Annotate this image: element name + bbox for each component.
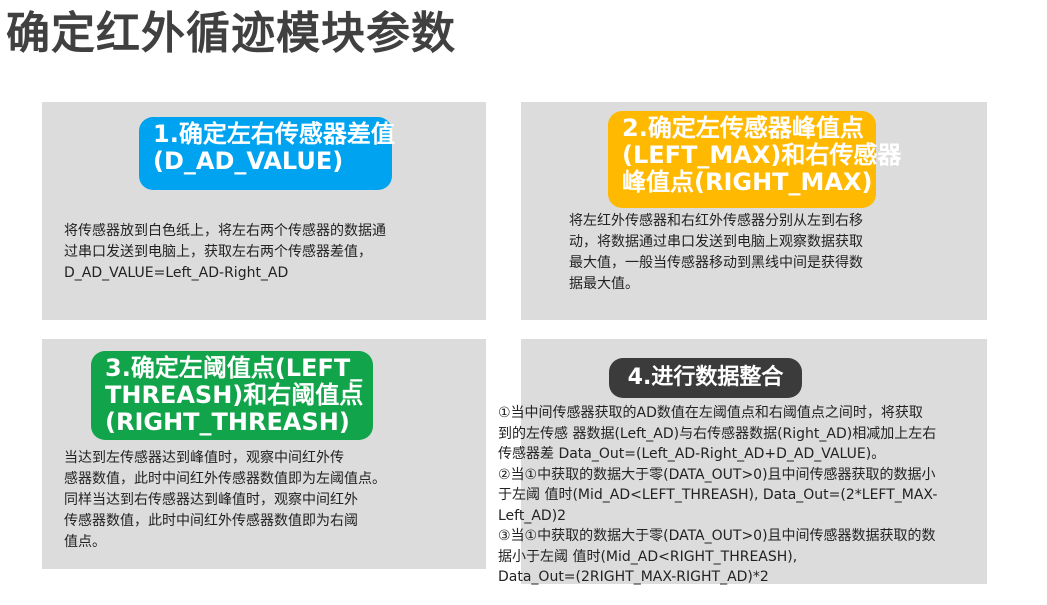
card-2-badge-line: 峰值点(RIGHT_MAX) (622, 168, 873, 196)
card-2-description: 将左红外传感器和右红外传感器分别从左到右移 动，将数据通过串口发送到电脑上观察数… (569, 211, 949, 295)
card-3-badge: 3.确定左阈值点(LEFT_ THREASH)和右阈值点 (RIGHT_THRE… (91, 351, 373, 440)
description-line: 过串口发送到电脑上，获取左右两个传感器差值， (64, 244, 372, 260)
card-3-badge-line: THREASH)和右阈值点 (105, 381, 364, 409)
card-3-badge-line: 3.确定左阈值点(LEFT_ (105, 354, 363, 382)
card-2-badge-line: 2.确定左传感器峰值点 (622, 114, 864, 142)
description-line: D_AD_VALUE=Left_AD-Right_AD (64, 265, 289, 281)
description-line: 最大值，一般当传感器移动到黑线中间是获得数 (569, 255, 863, 271)
description-line: 据最大值。 (569, 276, 639, 292)
description-line: 将左红外传感器和右红外传感器分别从左到右移 (569, 213, 863, 229)
description-line: 传感器差 Data_Out=(Left_AD-Right_AD+D_AD_VAL… (498, 446, 886, 462)
card-1-badge-line: 1.确定左右传感器差值 (153, 120, 395, 148)
card-4-description: ①当中间传感器获取的AD数值在左阈值点和右阈值点之间时，将获取 到的左传感 器数… (498, 403, 1046, 588)
card-4-badge: 4.进行数据整合 (609, 358, 802, 398)
card-1-description: 将传感器放到白色纸上，将左右两个传感器的数据通 过串口发送到电脑上，获取左右两个… (64, 221, 474, 284)
card-1-badge-line: (D_AD_VALUE) (153, 147, 344, 175)
description-line: 于左阈 值时(Mid_AD<LEFT_THREASH), Data_Out=(2… (498, 487, 938, 503)
description-line: ①当中间传感器获取的AD数值在左阈值点和右阈值点之间时，将获取 (498, 405, 923, 421)
description-line: Data_Out=(2RIGHT_MAX-RIGHT_AD)*2 (498, 569, 769, 585)
card-3-badge-line: (RIGHT_THREASH) (105, 408, 350, 436)
description-line: 动，将数据通过串口发送到电脑上观察数据获取 (569, 234, 863, 250)
card-3-description: 当达到左传感器达到峰值时，观察中间红外传 感器数值，此时中间红外传感器数值即为左… (64, 448, 474, 553)
description-line: ②当①中获取的数据大于零(DATA_OUT>0)且中间传感器获取的数据小 (498, 466, 936, 483)
description-line: 到的左传感 器数据(Left_AD)与右传感器数据(Right_AD)相减加上左… (498, 425, 937, 442)
card-4-badge-line: 4.进行数据整合 (627, 365, 784, 390)
card-1-badge: 1.确定左右传感器差值 (D_AD_VALUE) (139, 117, 395, 190)
description-line: 将传感器放到白色纸上，将左右两个传感器的数据通 (64, 223, 386, 239)
description-line: 值点。 (64, 534, 106, 550)
card-2-badge-line: (LEFT_MAX)和右传感器 (622, 141, 902, 169)
card-2-badge: 2.确定左传感器峰值点 (LEFT_MAX)和右传感器 峰值点(RIGHT_MA… (608, 111, 902, 208)
description-line: 据小于左阈 值时(Mid_AD<RIGHT_THREASH), (498, 548, 798, 565)
description-line: ③当①中获取的数据大于零(DATA_OUT>0)且中间传感器数据获取的数 (498, 528, 936, 544)
description-line: 同样当达到右传感器达到峰值时，观察中间红外 (64, 492, 358, 508)
description-line: 传感器数值，此时中间红外传感器数值即为右阈 (64, 513, 358, 529)
description-line: Left_AD)2 (498, 507, 567, 524)
description-line: 当达到左传感器达到峰值时，观察中间红外传 (64, 450, 344, 466)
description-line: 感器数值，此时中间红外传感器数值即为左阈值点。 (64, 471, 386, 487)
page-title: 确定红外循迹模块参数 (6, 8, 456, 59)
